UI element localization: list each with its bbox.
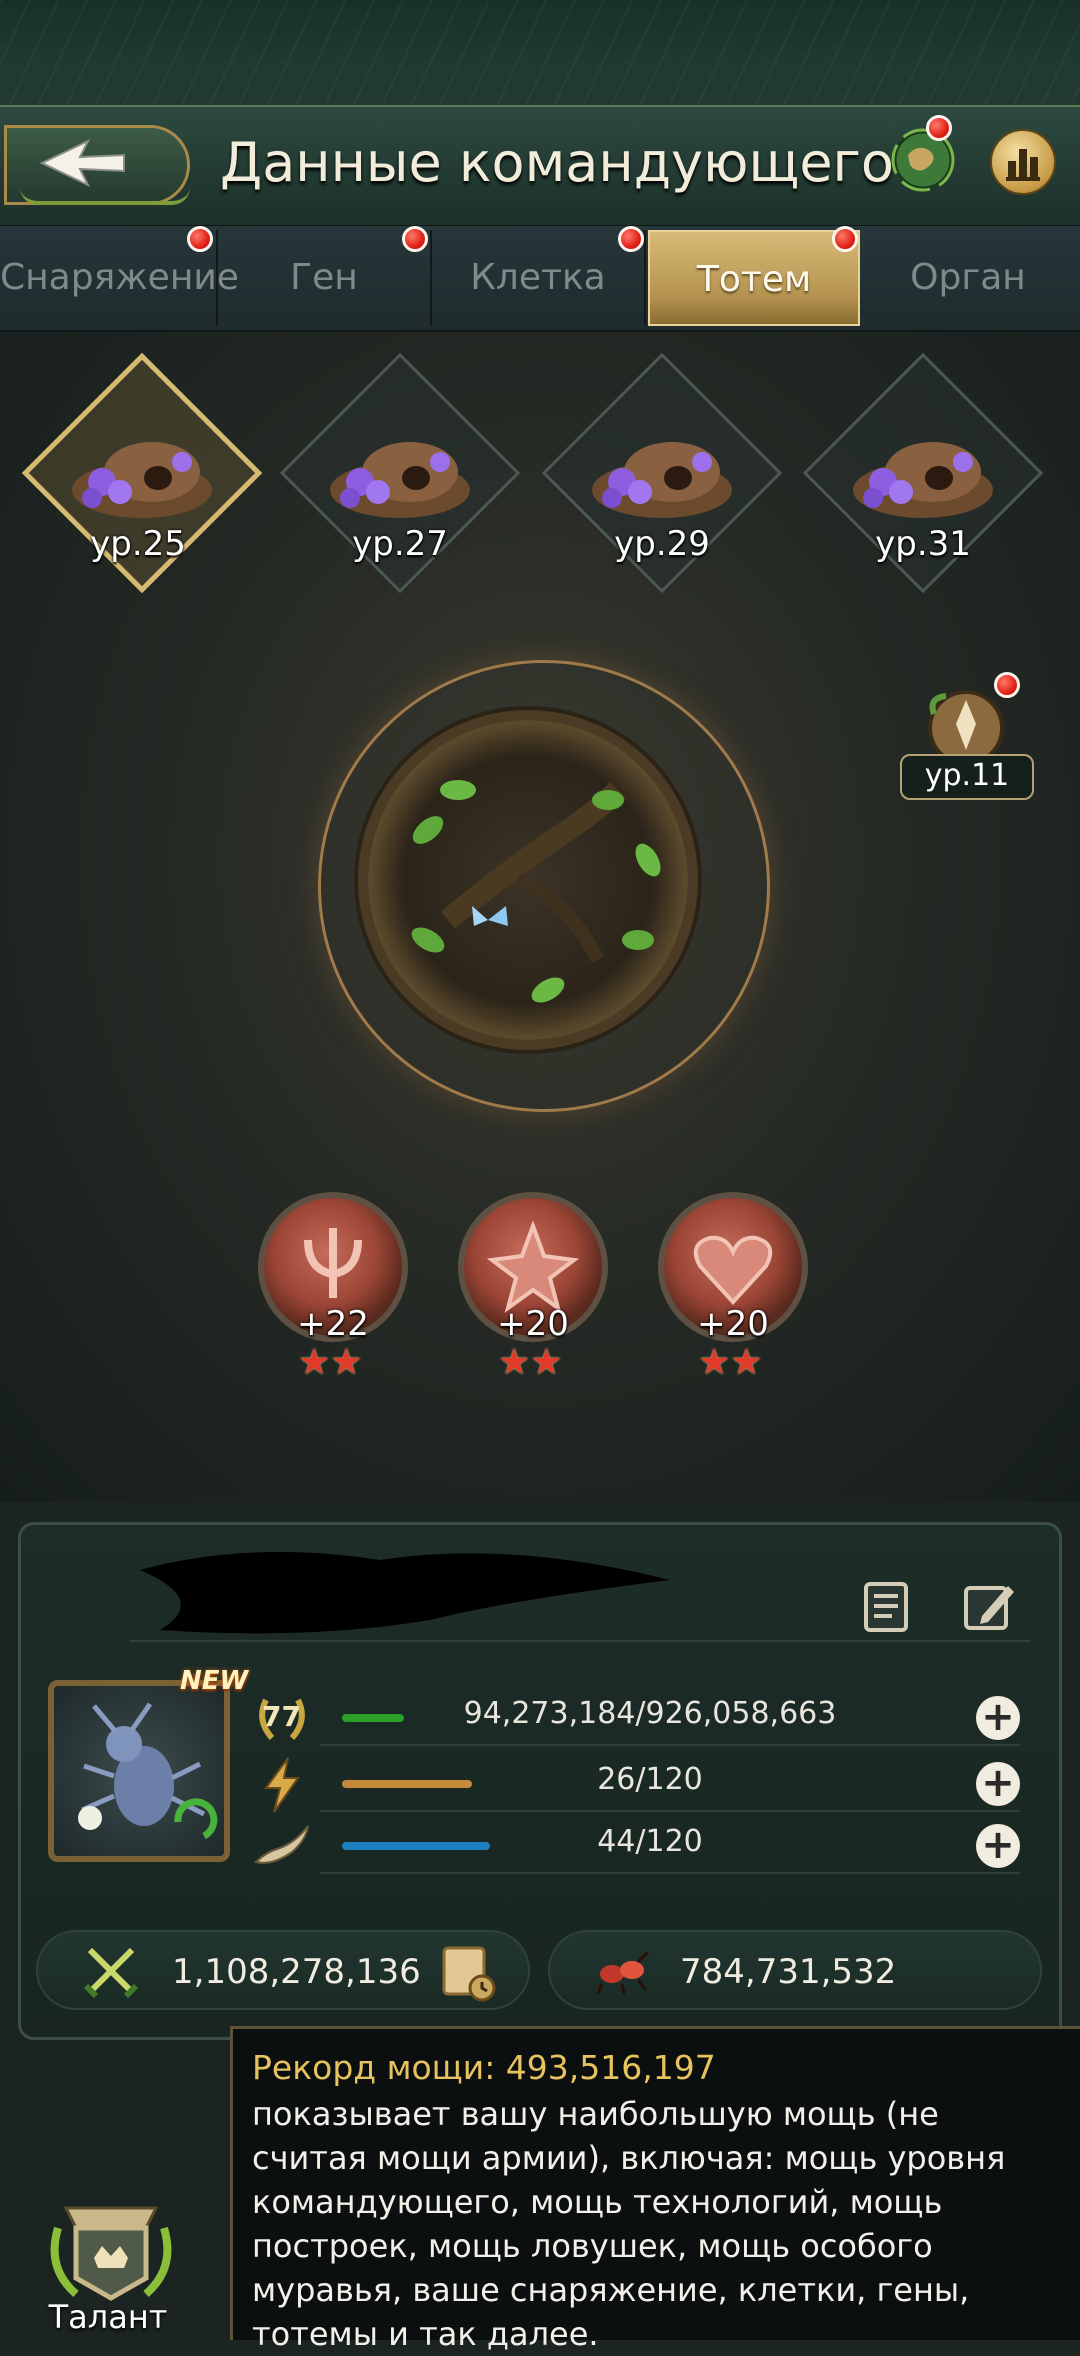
- slot-level-label: ур.27: [352, 524, 448, 564]
- add-exp-button[interactable]: +: [976, 1696, 1020, 1740]
- tab-equipment[interactable]: Снаряжение: [0, 230, 239, 326]
- tab-label: Снаряжение: [0, 257, 239, 298]
- rune-bonus-label: +20: [697, 1304, 769, 1344]
- badge-level-label: ур.11: [900, 754, 1034, 800]
- tooltip-title: Рекорд мощи: 493,516,197: [252, 2048, 716, 2087]
- header-bar: Данные командующего: [0, 105, 1080, 228]
- power-value: 1,108,278,136: [172, 1952, 421, 1992]
- totem-emblem[interactable]: [368, 720, 688, 1040]
- lightning-icon: [264, 1757, 300, 1813]
- notification-dot: [926, 115, 952, 141]
- globe-button[interactable]: [888, 115, 958, 195]
- beetle-icon: [78, 1702, 218, 1840]
- notification-dot: [402, 226, 428, 252]
- army-power-pill: 784,731,532: [548, 1930, 1042, 2010]
- ant-army-icon: [596, 1950, 650, 1995]
- row-divider: [320, 1810, 1020, 1812]
- notification-dot: [994, 672, 1020, 698]
- tab-organ[interactable]: Орган: [862, 230, 1074, 326]
- energy-value: 44/120: [597, 1824, 703, 1859]
- stamina-value: 26/120: [597, 1762, 703, 1797]
- row-divider: [320, 1872, 1020, 1874]
- mushroom-nest-icon: [72, 442, 212, 518]
- document-icon: [864, 1582, 908, 1632]
- add-energy-button[interactable]: +: [976, 1824, 1020, 1868]
- commander-avatar[interactable]: [48, 1680, 230, 1862]
- crown-laurel-icon: [50, 2206, 172, 2301]
- tree-totem-icon: [411, 780, 661, 1003]
- new-badge: NEW: [180, 1666, 249, 1696]
- totem-scene: ур.25 ур.27 ур.29 ур.31 ур.11 +22 ★★ +20…: [0, 332, 1080, 1502]
- vine-decoration: [20, 187, 190, 205]
- exp-value: 94,273,184/926,058,663: [463, 1696, 837, 1731]
- tab-label: Орган: [910, 257, 1026, 298]
- bar-chart-icon: [1006, 149, 1040, 181]
- tab-label: Тотем: [696, 259, 812, 300]
- tooltip-body: показывает вашу наибольшую мощь (не счит…: [252, 2095, 1006, 2353]
- stamina-row: 26/120 +: [250, 1756, 1020, 1814]
- pencil-icon: [964, 1586, 1014, 1630]
- mushroom-nest-icon: [330, 442, 470, 518]
- mushroom-nest-icon: [853, 442, 993, 518]
- notification-dot: [187, 226, 213, 252]
- notification-dot: [618, 226, 644, 252]
- tab-gene[interactable]: Ген: [218, 230, 432, 326]
- row-divider: [320, 1744, 1020, 1746]
- army-power-value: 784,731,532: [680, 1952, 897, 1992]
- notes-button[interactable]: [858, 1578, 916, 1636]
- energy-row: 44/120 +: [250, 1818, 1020, 1876]
- back-arrow-icon: [39, 138, 125, 188]
- notification-dot: [832, 226, 858, 252]
- tab-label: Ген: [290, 257, 358, 298]
- horn-icon: [254, 1825, 309, 1864]
- rune-bonus-label: +22: [297, 1304, 369, 1344]
- page-title: Данные командующего: [220, 131, 894, 194]
- back-button[interactable]: [0, 107, 200, 215]
- mushroom-nest-icon: [592, 442, 732, 518]
- tab-label: Клетка: [470, 257, 606, 298]
- rune-stars-icon: ★★: [498, 1342, 563, 1383]
- tab-cell[interactable]: Клетка: [432, 230, 646, 326]
- rune-stars-icon: ★★: [698, 1342, 763, 1383]
- crossed-swords-icon: [83, 1947, 139, 1999]
- tab-bar: Снаряжение Ген Клетка Тотем Орган: [0, 226, 1080, 332]
- talent-label: Талант: [48, 2298, 168, 2336]
- rune-bonus-label: +20: [497, 1304, 569, 1344]
- edit-name-button[interactable]: [960, 1578, 1018, 1636]
- add-stamina-button[interactable]: +: [976, 1762, 1020, 1806]
- slot-level-label: ур.25: [90, 524, 186, 564]
- slot-level-label: ур.31: [875, 524, 971, 564]
- power-pill: 1,108,278,136: [36, 1930, 530, 2010]
- tab-totem[interactable]: Тотем: [648, 230, 860, 326]
- commander-level: 77: [262, 1700, 301, 1733]
- level-laurel-icon: 77: [254, 1690, 306, 1742]
- ranking-button[interactable]: [990, 129, 1056, 195]
- exp-row: 77 94,273,184/926,058,663 +: [250, 1690, 1020, 1748]
- top-background: [0, 0, 1080, 105]
- power-record-scroll-icon[interactable]: [434, 1938, 502, 2006]
- slot-level-label: ур.29: [614, 524, 710, 564]
- rune-stars-icon: ★★: [298, 1342, 363, 1383]
